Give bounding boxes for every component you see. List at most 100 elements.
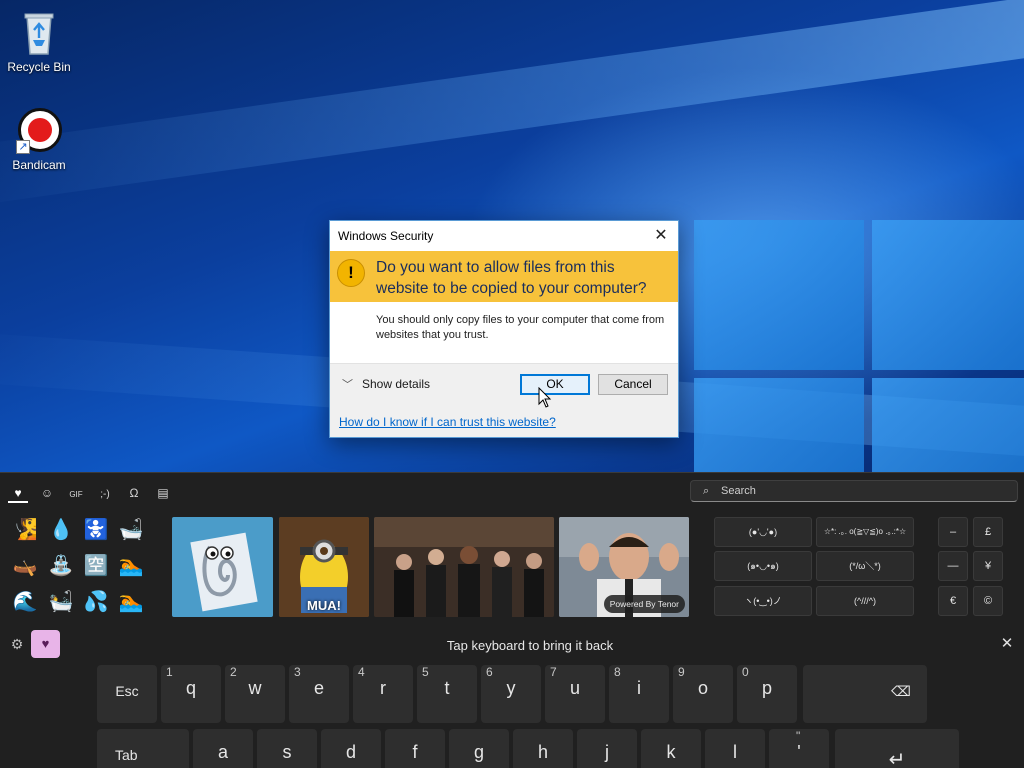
tab-clipboard[interactable]: ▤ — [153, 483, 173, 503]
search-icon: ⌕ — [703, 485, 710, 497]
key-f[interactable]: f — [385, 729, 445, 768]
dialog-warning-banner: ! Do you want to allow files from this w… — [330, 251, 678, 302]
kaomoji-item[interactable]: ☆*: .｡. o(≧▽≦)o .｡.:*☆ — [816, 517, 914, 547]
windows-logo-pane — [694, 220, 864, 370]
key-u[interactable]: 7u — [545, 665, 605, 723]
emoji-item[interactable]: 🈳 — [83, 553, 109, 579]
kaomoji-item[interactable]: (*/ω＼*) — [816, 551, 914, 581]
key-d[interactable]: d — [321, 729, 381, 768]
symbol-item[interactable]: — — [938, 551, 968, 581]
shortcut-arrow-icon: ↗ — [16, 140, 30, 154]
key-s[interactable]: s — [257, 729, 317, 768]
desktop-icon-label: Bandicam — [12, 158, 66, 172]
tab-emoji[interactable]: ☺ — [37, 483, 57, 503]
windows-security-dialog: Windows Security ✕ ! Do you want to allo… — [329, 220, 679, 438]
key-k[interactable]: k — [641, 729, 701, 768]
key-i[interactable]: 8i — [609, 665, 669, 723]
clippy-image — [190, 532, 258, 612]
key-w[interactable]: 2w — [225, 665, 285, 723]
tab-kaomoji[interactable]: ;-) — [95, 485, 115, 505]
desktop-icon-recycle-bin[interactable]: Recycle Bin — [1, 8, 77, 74]
bandicam-icon: ↗ — [15, 106, 63, 154]
key-h[interactable]: h — [513, 729, 573, 768]
key-e[interactable]: 3e — [289, 665, 349, 723]
gif-thumbnail-minion[interactable]: MUA! — [279, 517, 369, 617]
windows-logo — [694, 220, 1024, 472]
dialog-help-row: How do I know if I can trust this websit… — [330, 407, 678, 437]
symbol-item[interactable]: € — [938, 586, 968, 616]
gif-thumbnail-clippy[interactable] — [172, 517, 273, 617]
symbol-item[interactable]: £ — [973, 517, 1003, 547]
key-o[interactable]: 9o — [673, 665, 733, 723]
windows-logo-pane — [694, 378, 864, 472]
tab-recent[interactable]: ♥ — [8, 483, 28, 503]
emoji-item[interactable]: 🚼 — [83, 517, 109, 543]
tenor-badge: Powered By Tenor — [603, 595, 685, 613]
key-backspace[interactable]: ⌫ — [803, 665, 927, 723]
close-icon[interactable]: ✕ — [652, 227, 670, 245]
emoji-item[interactable]: 🛀 — [48, 589, 74, 615]
desktop-icon-bandicam[interactable]: ↗ Bandicam — [1, 106, 77, 172]
search-placeholder: Search — [721, 485, 756, 497]
help-link[interactable]: How do I know if I can trust this websit… — [339, 415, 556, 429]
key-esc[interactable]: Esc — [97, 665, 157, 723]
desktop-icon-label: Recycle Bin — [7, 60, 71, 74]
warning-icon: ! — [337, 259, 365, 287]
kaomoji-item[interactable]: (^///^) — [816, 586, 914, 616]
symbol-item[interactable]: © — [973, 586, 1003, 616]
key-r[interactable]: 4r — [353, 665, 413, 723]
kaomoji-item[interactable]: ヽ(•‿•)ノ — [714, 586, 812, 616]
gif-caption: MUA! — [307, 598, 341, 613]
close-icon[interactable]: ✕ — [998, 635, 1016, 653]
dialog-question: Do you want to allow files from this web… — [376, 259, 647, 297]
windows-logo-pane — [872, 220, 1024, 370]
key-l[interactable]: l — [705, 729, 765, 768]
key-j[interactable]: j — [577, 729, 637, 768]
key-a[interactable]: a — [193, 729, 253, 768]
show-details-toggle[interactable]: ﹀ Show details — [342, 376, 430, 392]
dialog-body-text: You should only copy files to your compu… — [376, 314, 665, 341]
symbol-item[interactable]: ¥ — [973, 551, 1003, 581]
key-q[interactable]: 1q — [161, 665, 221, 723]
emoji-item[interactable]: 🛁 — [118, 517, 144, 543]
mouse-cursor-icon — [538, 387, 552, 408]
crowd-image — [374, 517, 554, 617]
cancel-button[interactable]: Cancel — [598, 374, 668, 395]
category-tabs: ♥ ☺ GIF ;-) Ω ▤ — [8, 483, 182, 503]
emoji-item[interactable]: ⛲ — [48, 553, 74, 579]
emoji-panel: ♥ ☺ GIF ;-) Ω ▤ ⌕ Search 🧏 💧 🚼 🛁 🛶 ⛲ 🈳 🏊 🌊 🛀 … — [0, 472, 1024, 768]
tab-symbols[interactable]: Ω — [124, 483, 144, 503]
windows-logo-pane — [872, 378, 1024, 472]
key-p[interactable]: 0p — [737, 665, 797, 723]
ok-button[interactable]: OK — [520, 374, 590, 395]
kaomoji-item[interactable]: (●'◡'●) — [714, 517, 812, 547]
emoji-item[interactable]: 🧏 — [12, 517, 38, 543]
key-enter[interactable]: ↵ — [835, 729, 959, 768]
backspace-icon: ⌫ — [891, 683, 911, 699]
key-t[interactable]: 5t — [417, 665, 477, 723]
key-g[interactable]: g — [449, 729, 509, 768]
dialog-footer: ﹀ Show details OK Cancel — [330, 363, 678, 407]
tab-gif[interactable]: GIF — [66, 485, 86, 505]
gif-thumbnail-crowd[interactable] — [374, 517, 554, 617]
show-details-label: Show details — [362, 377, 431, 391]
emoji-item[interactable]: 🏊 — [118, 589, 144, 615]
enter-icon: ↵ — [888, 749, 906, 768]
emoji-item[interactable]: 💦 — [83, 589, 109, 615]
symbol-item[interactable]: – — [938, 517, 968, 547]
key-tab[interactable]: Tab — [97, 729, 189, 768]
key-apostrophe[interactable]: " ' — [769, 729, 829, 768]
tap-keyboard-message: Tap keyboard to bring it back — [446, 638, 614, 653]
recycle-bin-icon — [15, 8, 63, 56]
key-y[interactable]: 6y — [481, 665, 541, 723]
kaomoji-item[interactable]: (๑•◡•๑) — [714, 551, 812, 581]
chevron-down-icon: ﹀ — [342, 379, 353, 391]
emoji-item[interactable]: 🛶 — [12, 553, 38, 579]
gif-thumbnail-excited-man[interactable]: Powered By Tenor — [559, 517, 689, 617]
emoji-item[interactable]: 🌊 — [12, 589, 38, 615]
emoji-item[interactable]: 🏊 — [118, 553, 144, 579]
search-input[interactable]: ⌕ Search — [690, 480, 1018, 502]
light-beam — [0, 0, 1024, 210]
emoji-item[interactable]: 💧 — [48, 517, 74, 543]
dialog-title: Windows Security — [338, 229, 434, 243]
